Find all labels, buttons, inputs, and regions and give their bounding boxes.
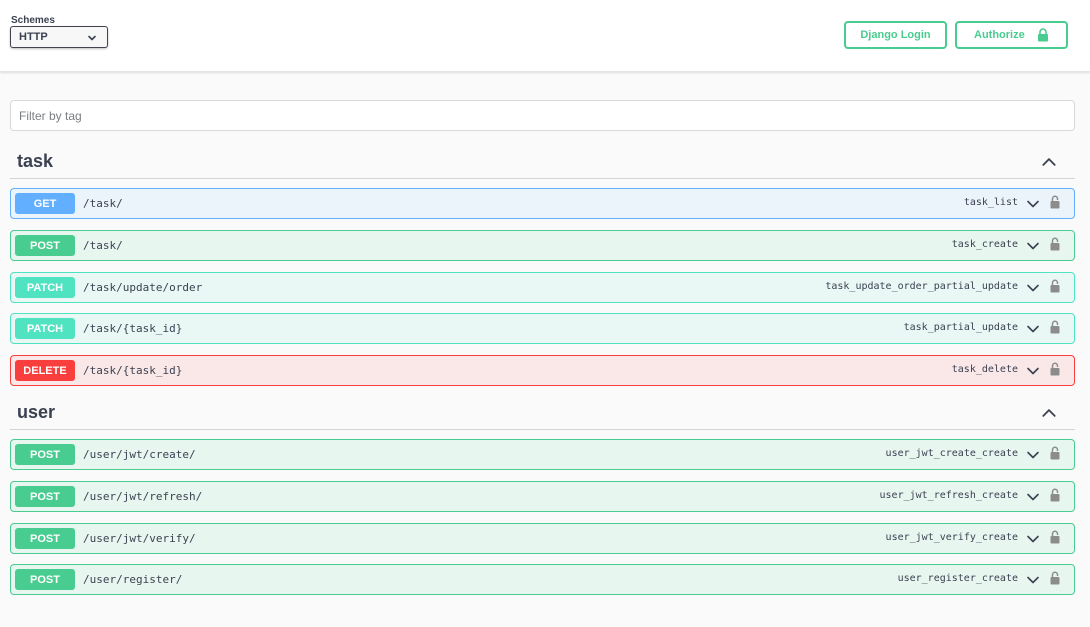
schemes-select-value: HTTP bbox=[19, 31, 48, 43]
operation-id: task_partial_update bbox=[903, 322, 1018, 333]
schemes-label: Schemes bbox=[11, 15, 55, 26]
chevron-down-icon bbox=[1027, 535, 1039, 543]
operation-id: task_list bbox=[963, 197, 1018, 208]
chevron-up-icon[interactable] bbox=[1041, 406, 1057, 420]
operation-path: /task/update/order bbox=[83, 281, 203, 294]
unlocked-padlock-icon[interactable] bbox=[1050, 279, 1060, 293]
method-badge: GET bbox=[15, 193, 75, 214]
operation-row[interactable]: DELETE/task/{task_id} task_delete bbox=[10, 355, 1075, 386]
operation-path: /task/ bbox=[83, 239, 123, 252]
unlocked-padlock-icon[interactable] bbox=[1050, 237, 1060, 251]
authorize-label: Authorize bbox=[974, 29, 1025, 41]
chevron-down-icon bbox=[88, 35, 96, 41]
operation-id: task_update_order_partial_update bbox=[825, 281, 1018, 292]
operation-id: task_delete bbox=[951, 364, 1018, 375]
chevron-down-icon bbox=[1027, 325, 1039, 333]
method-badge: POST bbox=[15, 444, 75, 465]
operation-id: task_create bbox=[951, 239, 1018, 250]
operation-path: /task/ bbox=[83, 197, 123, 210]
operation-path: /user/register/ bbox=[83, 573, 183, 586]
method-badge: POST bbox=[15, 486, 75, 507]
method-badge: POST bbox=[15, 569, 75, 590]
tag-header-0[interactable]: task bbox=[10, 149, 1075, 179]
chevron-down-icon bbox=[1027, 242, 1039, 250]
operation-path: /task/{task_id} bbox=[83, 364, 183, 377]
method-badge: PATCH bbox=[15, 277, 75, 298]
filter-by-tag-input[interactable] bbox=[10, 100, 1075, 131]
operation-row[interactable]: PATCH/task/update/order task_update_order… bbox=[10, 272, 1075, 303]
operation-row[interactable]: POST/task/task_create bbox=[10, 230, 1075, 261]
chevron-down-icon bbox=[1027, 284, 1039, 292]
unlocked-padlock-icon[interactable] bbox=[1050, 571, 1060, 585]
chevron-down-icon bbox=[1027, 493, 1039, 501]
topbar: Schemes HTTP Django Login Authorize bbox=[0, 0, 1090, 72]
schemes-select[interactable]: HTTP bbox=[10, 26, 108, 48]
authorize-button[interactable]: Authorize bbox=[955, 21, 1068, 49]
method-badge: PATCH bbox=[15, 318, 75, 339]
operation-id: user_jwt_refresh_create bbox=[879, 490, 1018, 501]
operation-path: /user/jwt/refresh/ bbox=[83, 490, 203, 503]
unlocked-padlock-icon[interactable] bbox=[1050, 195, 1060, 209]
django-login-label: Django Login bbox=[860, 29, 931, 41]
tag-name: user bbox=[17, 402, 56, 422]
method-badge: DELETE bbox=[15, 360, 75, 381]
unlocked-padlock-icon[interactable] bbox=[1050, 488, 1060, 502]
operation-row[interactable]: GET/task/task_list bbox=[10, 188, 1075, 219]
chevron-up-icon[interactable] bbox=[1041, 155, 1057, 169]
unlocked-padlock-icon[interactable] bbox=[1050, 362, 1060, 376]
operation-path: /task/{task_id} bbox=[83, 322, 183, 335]
operation-row[interactable]: POST/user/register/user_register_create bbox=[10, 564, 1075, 595]
operation-id: user_jwt_create_create bbox=[885, 448, 1018, 459]
django-login-button[interactable]: Django Login bbox=[844, 21, 947, 49]
operation-path: /user/jwt/create/ bbox=[83, 448, 196, 461]
unlocked-padlock-icon[interactable] bbox=[1050, 320, 1060, 334]
tag-header-1[interactable]: user bbox=[10, 400, 1075, 430]
tag-name: task bbox=[17, 151, 54, 171]
chevron-down-icon bbox=[1027, 367, 1039, 375]
operation-row[interactable]: POST/user/jwt/verify/user_jwt_verify_cre… bbox=[10, 523, 1075, 554]
operation-row[interactable]: POST/user/jwt/create/user_jwt_create_cre… bbox=[10, 439, 1075, 470]
operation-row[interactable]: POST/user/jwt/refresh/user_jwt_refresh_c… bbox=[10, 481, 1075, 512]
unlocked-padlock-icon[interactable] bbox=[1050, 530, 1060, 544]
chevron-down-icon bbox=[1027, 451, 1039, 459]
method-badge: POST bbox=[15, 235, 75, 256]
operation-path: /user/jwt/verify/ bbox=[83, 532, 196, 545]
chevron-down-icon bbox=[1027, 576, 1039, 584]
chevron-down-icon bbox=[1027, 200, 1039, 208]
operation-id: user_jwt_verify_create bbox=[885, 532, 1018, 543]
method-badge: POST bbox=[15, 528, 75, 549]
operation-row[interactable]: PATCH/task/{task_id} task_partial_update bbox=[10, 313, 1075, 344]
lock-icon bbox=[1038, 28, 1048, 42]
operation-id: user_register_create bbox=[897, 573, 1018, 584]
unlocked-padlock-icon[interactable] bbox=[1050, 446, 1060, 460]
